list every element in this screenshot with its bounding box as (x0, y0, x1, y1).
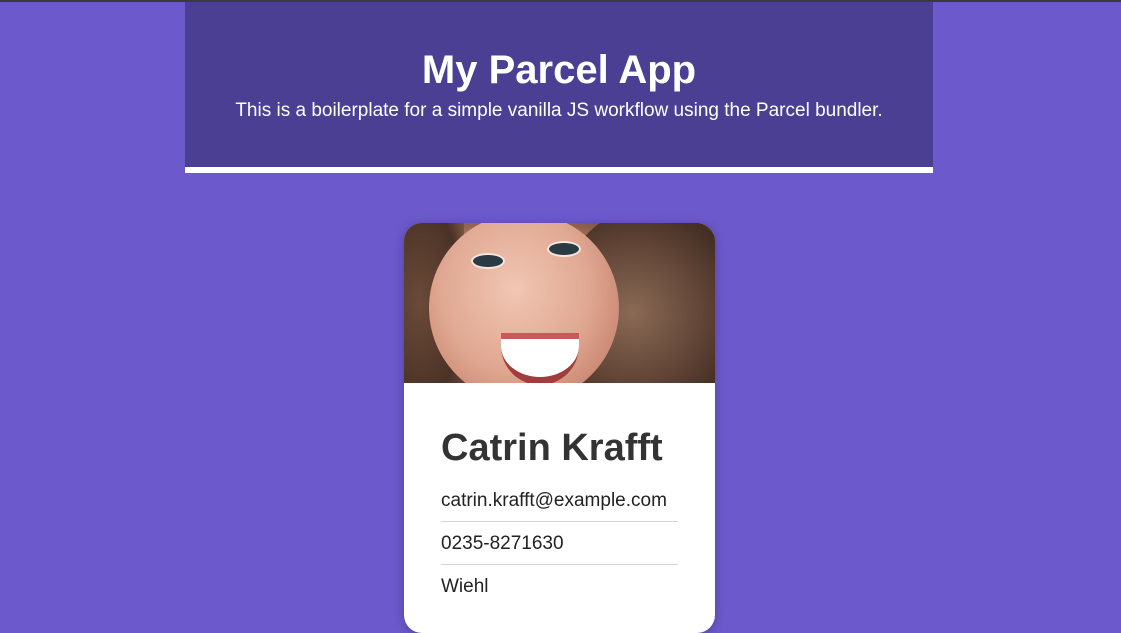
profile-city: Wiehl (441, 576, 489, 597)
profile-photo (404, 223, 715, 383)
profile-email: catrin.krafft@example.com (441, 489, 678, 522)
profile-card: Catrin Krafft catrin.krafft@example.com … (404, 223, 715, 633)
profile-phone: 0235-8271630 (441, 522, 678, 565)
app-header: My Parcel App This is a boilerplate for … (185, 2, 933, 173)
page-title: My Parcel App (421, 48, 697, 92)
page-subtitle: This is a boilerplate for a simple vanil… (235, 100, 883, 121)
profile-name: Catrin Krafft (441, 427, 663, 469)
profile-card-body: Catrin Krafft catrin.krafft@example.com … (404, 383, 715, 607)
